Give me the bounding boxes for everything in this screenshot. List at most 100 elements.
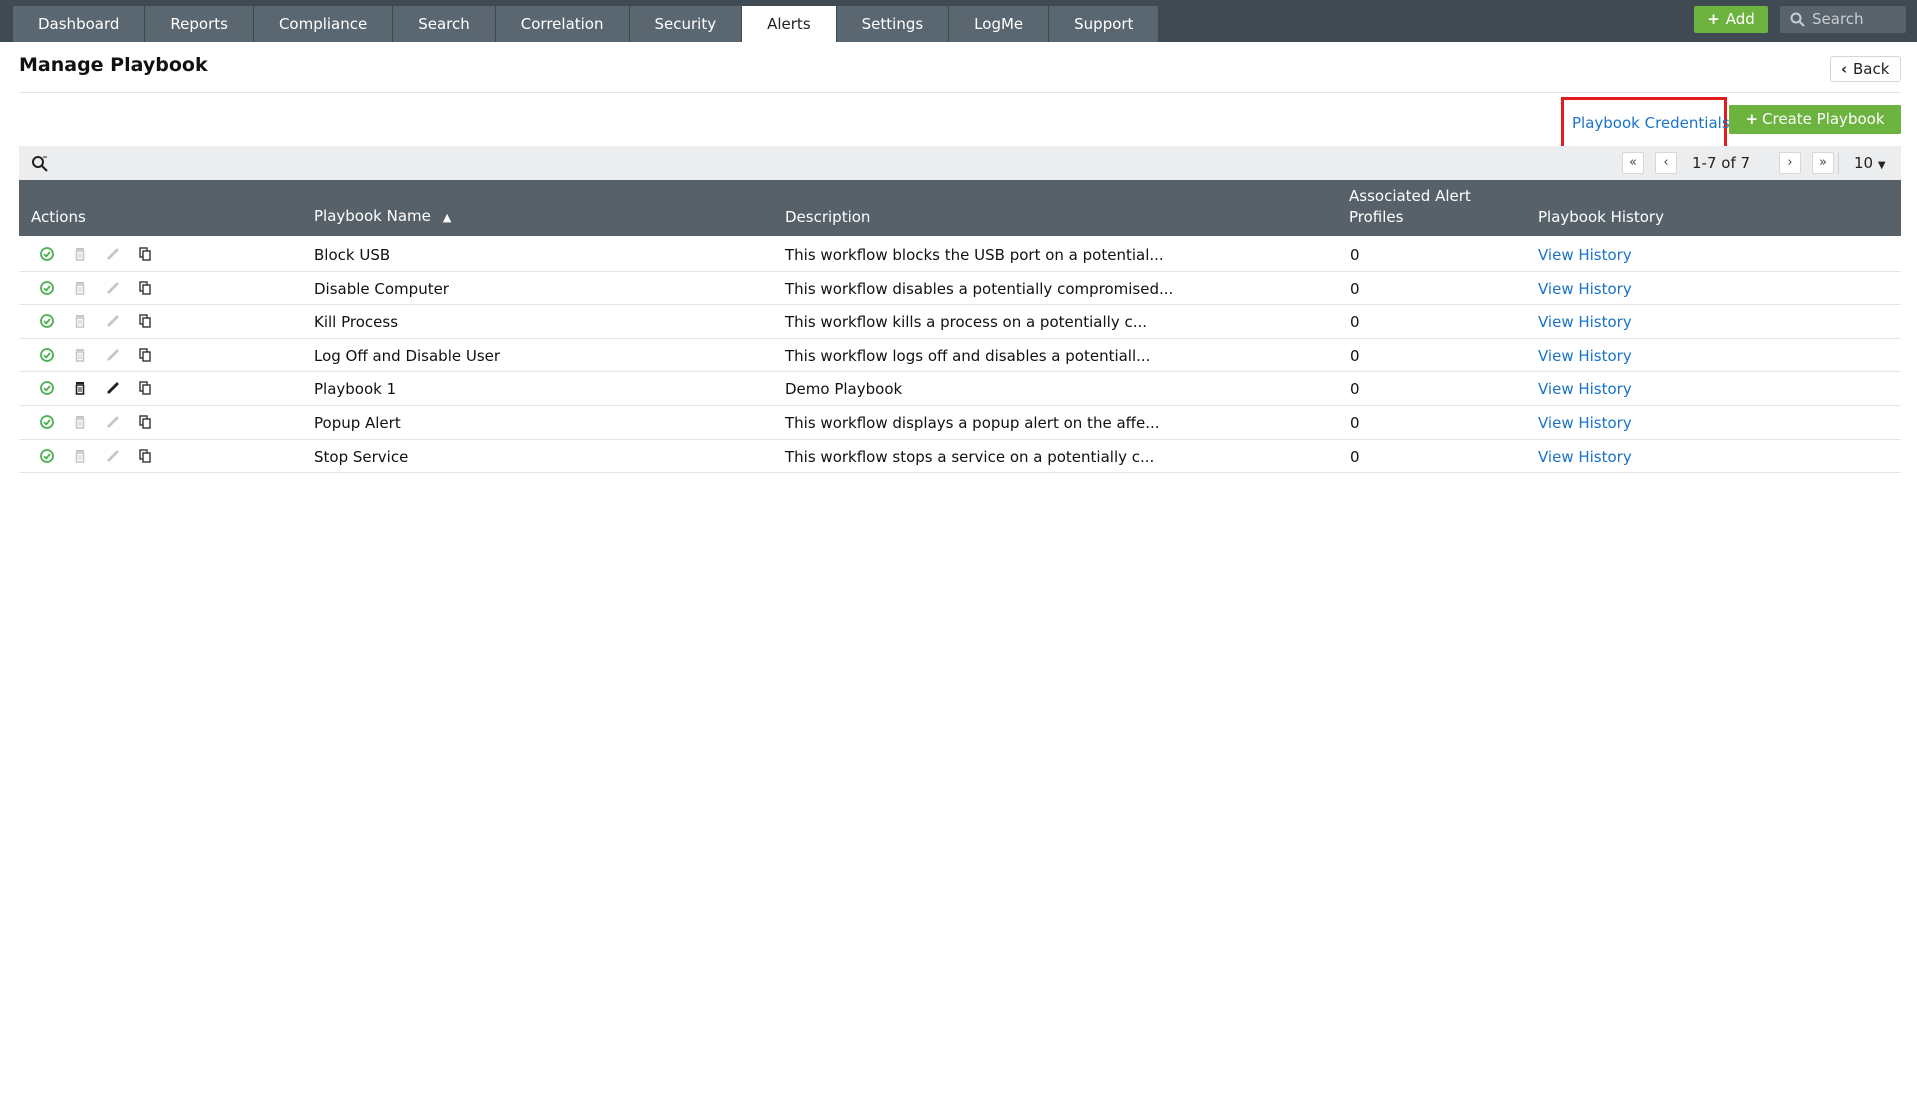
enable-icon[interactable] [39, 380, 55, 396]
associated-profiles-cell: 0 [1350, 447, 1360, 466]
search-icon [1790, 12, 1805, 27]
description-cell: This workflow kills a process on a poten… [785, 313, 1148, 332]
tab-support[interactable]: Support [1049, 6, 1160, 42]
tab-search[interactable]: Search [393, 6, 496, 42]
edit-icon [105, 313, 121, 329]
edit-icon[interactable] [105, 380, 121, 396]
view-history-link[interactable]: View History [1538, 246, 1632, 264]
tab-correlation[interactable]: Correlation [495, 6, 630, 42]
global-search-input[interactable]: Search [1780, 6, 1906, 33]
description-cell: This workflow blocks the USB port on a p… [785, 246, 1164, 264]
tab-alerts[interactable]: Alerts [742, 6, 837, 42]
add-button[interactable]: + Add [1694, 6, 1768, 33]
edit-icon [105, 448, 121, 464]
table-toolbar: « ‹ 1-7 of 7 › » 10 ▼ [19, 146, 1901, 180]
main-tabs: Dashboard Reports Compliance Search Correlat… [13, 6, 1160, 42]
next-page-button[interactable]: › [1779, 152, 1801, 174]
copy-icon[interactable] [137, 280, 153, 296]
delete-icon [72, 313, 88, 329]
back-button[interactable]: ‹ Back [1830, 56, 1901, 82]
edit-icon [105, 347, 121, 363]
description-cell: This workflow disables a potentially com… [785, 279, 1174, 298]
enable-icon[interactable] [39, 313, 55, 329]
delete-icon [72, 414, 88, 430]
playbook-credentials-link[interactable]: Playbook Credentials [1572, 114, 1730, 132]
search-filter-icon[interactable] [31, 155, 49, 173]
copy-icon[interactable] [137, 448, 153, 464]
col-playbook-name[interactable]: Playbook Name ▲ [314, 207, 451, 225]
delete-icon [72, 347, 88, 363]
enable-icon[interactable] [39, 246, 55, 262]
description-cell: This workflow logs off and disables a po… [785, 346, 1151, 365]
playbook-name-cell: Log Off and Disable User [314, 346, 501, 365]
col-associated-profiles-line2: Profiles [1349, 208, 1404, 226]
playbook-name-cell: Popup Alert [314, 413, 401, 432]
view-history-link[interactable]: View History [1538, 280, 1632, 298]
sort-ascending-icon: ▲ [442, 211, 452, 224]
tab-reports[interactable]: Reports [145, 6, 254, 42]
add-button-label: Add [1725, 10, 1755, 28]
caret-down-icon: ▼ [1877, 160, 1886, 171]
plus-icon: + [1707, 10, 1720, 28]
view-history-link[interactable]: View History [1538, 313, 1632, 331]
tab-security[interactable]: Security [629, 6, 743, 42]
associated-profiles-cell: 0 [1350, 380, 1360, 399]
table-row: Popup Alert This workflow displays a popu… [19, 406, 1901, 440]
chevron-left-icon: ‹ [1841, 60, 1848, 78]
create-playbook-button[interactable]: + Create Playbook [1729, 105, 1901, 134]
view-history-link[interactable]: View History [1538, 414, 1632, 432]
prev-page-button[interactable]: ‹ [1655, 152, 1677, 174]
associated-profiles-cell: 0 [1350, 246, 1360, 264]
view-history-link[interactable]: View History [1538, 448, 1632, 466]
copy-icon[interactable] [137, 414, 153, 430]
plus-icon: + [1745, 110, 1759, 128]
view-history-link[interactable]: View History [1538, 380, 1632, 398]
page-size-value: 10 [1854, 154, 1874, 172]
table-row: Stop Service This workflow stops a servic… [19, 440, 1901, 474]
enable-icon[interactable] [39, 347, 55, 363]
table-row: Block USB This workflow blocks the USB po… [19, 238, 1901, 272]
tab-dashboard[interactable]: Dashboard [13, 6, 146, 42]
playbook-name-cell: Block USB [314, 246, 391, 264]
delete-icon[interactable] [72, 380, 88, 396]
last-page-button[interactable]: » [1812, 152, 1834, 174]
copy-icon[interactable] [137, 246, 153, 262]
first-page-button[interactable]: « [1622, 152, 1644, 174]
table-row: Log Off and Disable User This workflow lo… [19, 339, 1901, 373]
associated-profiles-cell: 0 [1350, 313, 1360, 332]
table-body: Block USB This workflow blocks the USB po… [19, 238, 1901, 474]
associated-profiles-cell: 0 [1350, 413, 1360, 432]
enable-icon[interactable] [39, 414, 55, 430]
delete-icon [72, 448, 88, 464]
tab-settings[interactable]: Settings [836, 6, 950, 42]
tab-logme[interactable]: LogMe [949, 6, 1050, 42]
playbook-name-cell: Kill Process [314, 313, 399, 332]
global-search-placeholder: Search [1812, 10, 1864, 28]
table-row: Playbook 1 Demo Playbook 0 View History [19, 372, 1901, 406]
associated-profiles-cell: 0 [1350, 346, 1360, 365]
copy-icon[interactable] [137, 347, 153, 363]
col-playbook-name-label: Playbook Name [314, 207, 431, 225]
description-cell: Demo Playbook [785, 380, 903, 399]
page-title: Manage Playbook [19, 54, 208, 76]
col-description: Description [785, 208, 871, 226]
delete-icon [72, 280, 88, 296]
back-button-label: Back [1853, 60, 1890, 78]
table-row: Disable Computer This workflow disables a… [19, 272, 1901, 306]
pagination-info: 1-7 of 7 [1692, 154, 1751, 172]
playbook-name-cell: Stop Service [314, 447, 409, 466]
enable-icon[interactable] [39, 448, 55, 464]
col-associated-profiles-line1: Associated Alert [1349, 187, 1471, 205]
copy-icon[interactable] [137, 380, 153, 396]
tab-compliance[interactable]: Compliance [253, 6, 394, 42]
header-divider [19, 92, 1901, 93]
page-size-select[interactable]: 10 ▼ [1854, 154, 1886, 172]
associated-profiles-cell: 0 [1350, 279, 1360, 298]
copy-icon[interactable] [137, 313, 153, 329]
view-history-link[interactable]: View History [1538, 347, 1632, 365]
edit-icon [105, 246, 121, 262]
col-playbook-history: Playbook History [1538, 208, 1664, 226]
edit-icon [105, 414, 121, 430]
col-actions: Actions [31, 208, 86, 226]
enable-icon[interactable] [39, 280, 55, 296]
